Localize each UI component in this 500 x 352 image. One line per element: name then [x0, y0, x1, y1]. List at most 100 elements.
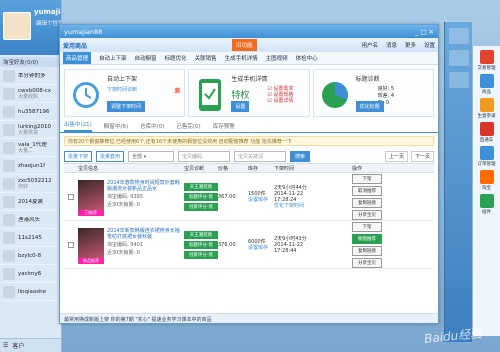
friend-item[interactable]: zhaojun1f [0, 157, 61, 175]
friend-group[interactable]: 淘宝好友(0/0) [0, 57, 61, 67]
friend-item[interactable]: yaclmy6 [0, 265, 61, 283]
avatar[interactable] [3, 12, 31, 40]
friend-item[interactable]: linqiaoshe [0, 283, 61, 301]
set-stock-link[interactable]: 设置库存 [248, 245, 274, 251]
search-button[interactable]: 搜索 [290, 150, 311, 162]
bulk-apply-button[interactable]: 批量套用 [96, 150, 125, 162]
product-thumbnail[interactable]: 新品推荐 [78, 227, 104, 264]
friend-item[interactable]: bzylc0-8 [0, 247, 61, 265]
top-link[interactable]: 更多 [405, 41, 416, 49]
diagnosis-badge[interactable]: 创意评分-优 [184, 250, 218, 259]
row-checkbox[interactable] [68, 193, 74, 200]
friend-item[interactable]: cwxb008-cx 大量收购 [0, 85, 61, 103]
dock-item[interactable]: 直通车 [475, 122, 499, 143]
adjust-time-button[interactable]: 调整下架时间 [107, 101, 146, 112]
friend-item[interactable]: 本分钟的多 [0, 67, 61, 85]
product-thumbnail[interactable]: 已推荐 [78, 179, 104, 216]
action-button[interactable]: 橱窗推荐 [352, 233, 382, 244]
row-checkbox[interactable] [68, 241, 74, 248]
toolbar-item[interactable]: 自动橱窗 [135, 54, 157, 62]
optimize-time-link[interactable]: 优化下架时间 [274, 203, 308, 209]
close-icon[interactable]: ✕ [429, 28, 434, 36]
action-button[interactable]: 分享宝贝 [352, 257, 382, 268]
maximize-icon[interactable]: □ [420, 28, 426, 36]
card-subtitle[interactable]: 下架时间诊断 [107, 86, 137, 93]
code-input[interactable]: 宝贝编码 [178, 150, 231, 162]
product-sales: 近30天销量: 0 [107, 249, 140, 256]
dock-app-icon [479, 170, 494, 184]
product-tab[interactable]: 仓库中(0) [140, 122, 164, 132]
dock-label: 生意参谋 [477, 114, 496, 119]
toolbar-item[interactable]: 标题优化 [165, 54, 187, 62]
app-header: 爱用商品 旧功能 用户名 消息 更多 设置 [60, 38, 438, 52]
top-link[interactable]: 消息 [386, 41, 397, 49]
toolbar-item[interactable]: 体检中心 [296, 54, 318, 62]
dock-item[interactable]: 商品 [475, 74, 499, 95]
next-page-button[interactable]: 下一页 [410, 150, 434, 162]
menu-icon[interactable]: ☰ [3, 342, 8, 349]
window-titlebar[interactable]: yumajian88 _ □ ✕ [60, 25, 438, 38]
diagnosis-badge[interactable]: 天王潮装款 [184, 230, 218, 239]
top-link[interactable]: 设置 [424, 41, 435, 49]
avatar [3, 159, 15, 172]
keyword-input[interactable]: 宝贝关键词 [234, 150, 287, 162]
toolbar-item[interactable]: 自动上下架 [99, 54, 127, 62]
app-bar-icon[interactable] [448, 50, 469, 66]
diagnosis-badge[interactable]: 创意评分-优 [184, 202, 218, 211]
setup-button[interactable]: 设置 [231, 101, 250, 112]
action-button[interactable]: 复制链接 [352, 245, 382, 256]
optimize-title-button[interactable]: 优化标题 [355, 101, 384, 112]
dock-label: 商品 [482, 90, 491, 95]
friend-item[interactable]: zxc5032212 你好 [0, 175, 61, 193]
product-info: 新品推荐 2014年新款韩版连衣裙修身长袖雪纺打底裙女装秋装 淘宝编码: 9401 近… [78, 226, 184, 264]
friend-item[interactable]: 2014夏装 [0, 193, 61, 211]
product-title[interactable]: 2014年春款修身时尚短款外套韩版潮流女装新品正品女 [107, 180, 184, 192]
diagnosis-badge[interactable]: 标题评分-优 [184, 192, 218, 201]
dock-item[interactable]: 订单管理 [475, 146, 499, 167]
diagnosis-badge[interactable]: 天王潮装款 [184, 182, 218, 191]
delist-time: 2天9小时43分 2014-11-22 17:28:44 [274, 235, 308, 254]
app-bar-icon[interactable] [448, 28, 469, 44]
app-bar-icon[interactable] [448, 72, 469, 88]
toolbar-item[interactable]: 关联销售 [195, 54, 217, 62]
set-stock-link[interactable]: 设置库存 [248, 197, 274, 203]
avatar [3, 267, 15, 280]
dock-item[interactable]: 交易管理 [475, 50, 499, 71]
friend-item[interactable]: lurking2010 大量供货 [0, 121, 61, 139]
prev-page-button[interactable]: 上一页 [384, 150, 408, 162]
legacy-badge[interactable]: 旧功能 [232, 39, 257, 51]
friend-item[interactable]: 11s2145 [0, 229, 61, 247]
delist-countdown: 2天9小时44分 [274, 185, 307, 191]
dock-item[interactable]: 插件 [475, 194, 499, 215]
toolbar-item[interactable]: 生成手机详情 [225, 54, 258, 62]
footer-label[interactable]: 客户 [12, 341, 24, 350]
friend-item[interactable]: 渔港风头 [0, 211, 61, 229]
minimize-icon[interactable]: _ [415, 28, 418, 36]
category-select[interactable]: 全部 ▾ [128, 150, 175, 162]
friend-item[interactable]: vala_1代理 大量... [0, 139, 61, 157]
action-button[interactable]: 复制链接 [352, 197, 382, 208]
toolbar-item[interactable]: 商品管理 [63, 52, 92, 64]
product-tab[interactable]: 出售中(21) [64, 120, 92, 132]
product-tab[interactable]: 已售完(0) [176, 122, 200, 132]
bulk-delist-button[interactable]: 批量下架 [64, 150, 93, 162]
product-title[interactable]: 2014年新款韩版连衣裙修身长袖雪纺打底裙女装秋装 [107, 228, 184, 240]
column-header: 价格 [218, 165, 229, 172]
action-button[interactable]: 下架 [352, 173, 382, 184]
product-tab[interactable]: 橱窗中(6) [104, 122, 128, 132]
friend-item[interactable]: hu3587196 [0, 103, 61, 121]
pie-chart-icon [318, 75, 352, 115]
dock-item[interactable]: 生意参谋 [475, 98, 499, 119]
avatar [3, 249, 15, 262]
action-button[interactable]: 下架 [352, 221, 382, 232]
top-link[interactable]: 用户名 [361, 41, 378, 49]
action-button[interactable]: 分享宝贝 [352, 209, 382, 220]
product-tab[interactable]: 库存预警 [213, 122, 235, 132]
diagnosis-badge[interactable]: 标题评分-优 [184, 240, 218, 249]
dock-item[interactable]: 淘宝 [475, 170, 499, 191]
action-button[interactable]: 取消推荐 [352, 185, 382, 196]
dock-app-icon [479, 50, 494, 64]
product-info: 已推荐 2014年春款修身时尚短款外套韩版潮流女装新品正品女 淘宝编码: 9395 近… [78, 178, 184, 216]
product-tag: 已推荐 [78, 209, 104, 216]
toolbar-item[interactable]: 主图视频 [266, 54, 288, 62]
